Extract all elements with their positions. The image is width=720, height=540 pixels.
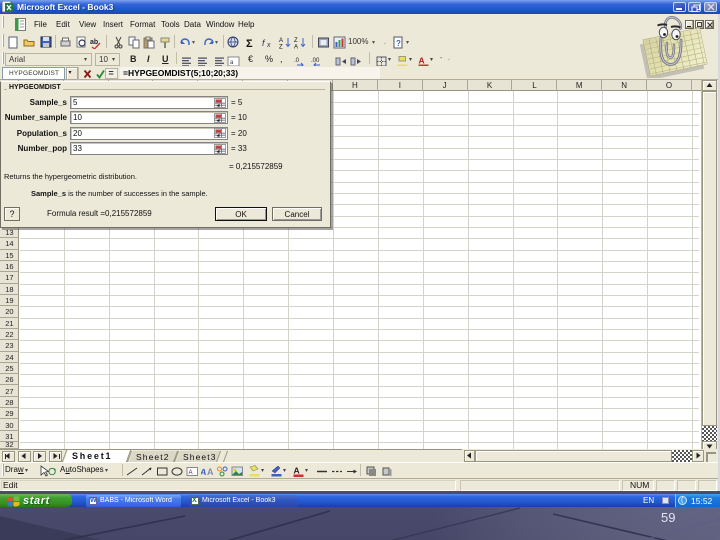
svg-text:A: A [207, 467, 214, 477]
svg-text:A: A [189, 470, 193, 476]
svg-text:A: A [294, 465, 300, 475]
